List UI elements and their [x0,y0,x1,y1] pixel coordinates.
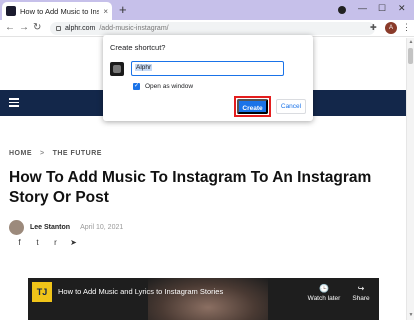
page-scrollbar[interactable]: ▲ ▼ [406,38,414,320]
breadcrumb-category[interactable]: THE FUTURE [53,150,102,157]
telegram-icon[interactable]: ➤ [69,238,78,247]
record-icon [338,6,346,14]
create-button[interactable]: Create [237,99,268,114]
video-title[interactable]: How to Add Music and Lyrics to Instagram… [58,287,223,296]
site-favicon-icon [6,6,16,16]
video-share-button[interactable]: ↪ Share [346,284,376,302]
scroll-thumb[interactable] [408,48,413,64]
reload-button[interactable]: ↻ [33,22,41,34]
dialog-title: Create shortcut? [110,43,166,52]
open-as-window-checkbox[interactable]: ✓ [133,83,140,90]
clock-icon: 🕒 [319,284,329,293]
author-name[interactable]: Lee Stanton [30,224,70,231]
maximize-button[interactable]: ☐ [378,3,386,14]
watch-later-button[interactable]: 🕒 Watch later [304,284,344,302]
watch-later-label: Watch later [307,295,341,302]
tab-title: How to Add Music to Instagram S [20,6,100,16]
share-label: Share [352,295,370,302]
app-icon [110,62,124,76]
address-bar[interactable]: alphr.com/add-music-instagram/ [50,22,375,35]
minimize-button[interactable]: — [358,3,367,13]
twitter-icon[interactable]: t [33,238,42,247]
channel-logo[interactable]: TJ [32,282,52,302]
browser-tab[interactable]: How to Add Music to Instagram S × [2,2,112,20]
share-icon: ↪ [357,284,365,293]
back-button[interactable]: ← [5,22,15,34]
url-path: /add-music-instagram/ [99,25,169,32]
video-thumbnail [148,278,268,320]
video-embed[interactable]: TJ How to Add Music and Lyrics to Instag… [28,278,379,320]
open-as-window-option[interactable]: ✓ Open as window [133,83,193,90]
breadcrumb: HOME > THE FUTURE [9,150,102,157]
open-as-window-label: Open as window [145,83,194,90]
breadcrumb-separator: > [40,150,45,157]
breadcrumb-home[interactable]: HOME [9,150,32,157]
browser-menu-icon[interactable]: ⋮ [402,22,411,33]
new-tab-button[interactable]: + [119,2,127,18]
shortcut-name-value: Alphr [135,64,153,71]
reddit-icon[interactable]: r [51,238,60,247]
url-host: alphr.com [65,25,96,32]
byline: Lee Stanton April 10, 2021 [9,220,123,235]
puzzle-icon[interactable]: ✚ [370,23,377,32]
post-date: April 10, 2021 [80,224,124,231]
share-buttons: f t r ➤ [15,238,78,247]
create-shortcut-dialog: Create shortcut? Alphr ✓ Open as window … [103,35,313,121]
close-window-button[interactable]: ✕ [398,3,406,14]
shortcut-name-input[interactable]: Alphr [131,61,284,76]
lock-icon [56,26,61,31]
profile-avatar[interactable]: A [385,22,397,34]
author-avatar [9,220,24,235]
scroll-up-icon[interactable]: ▲ [407,39,414,45]
article-title: How To Add Music To Instagram To An Inst… [9,169,372,206]
tab-strip: How to Add Music to Instagram S × + — ☐ … [0,0,414,20]
hamburger-menu-icon[interactable] [9,98,19,107]
facebook-icon[interactable]: f [15,238,24,247]
scroll-down-icon[interactable]: ▼ [407,312,414,318]
forward-button[interactable]: → [19,22,29,34]
cancel-button[interactable]: Cancel [276,99,306,114]
close-tab-icon[interactable]: × [103,7,108,16]
